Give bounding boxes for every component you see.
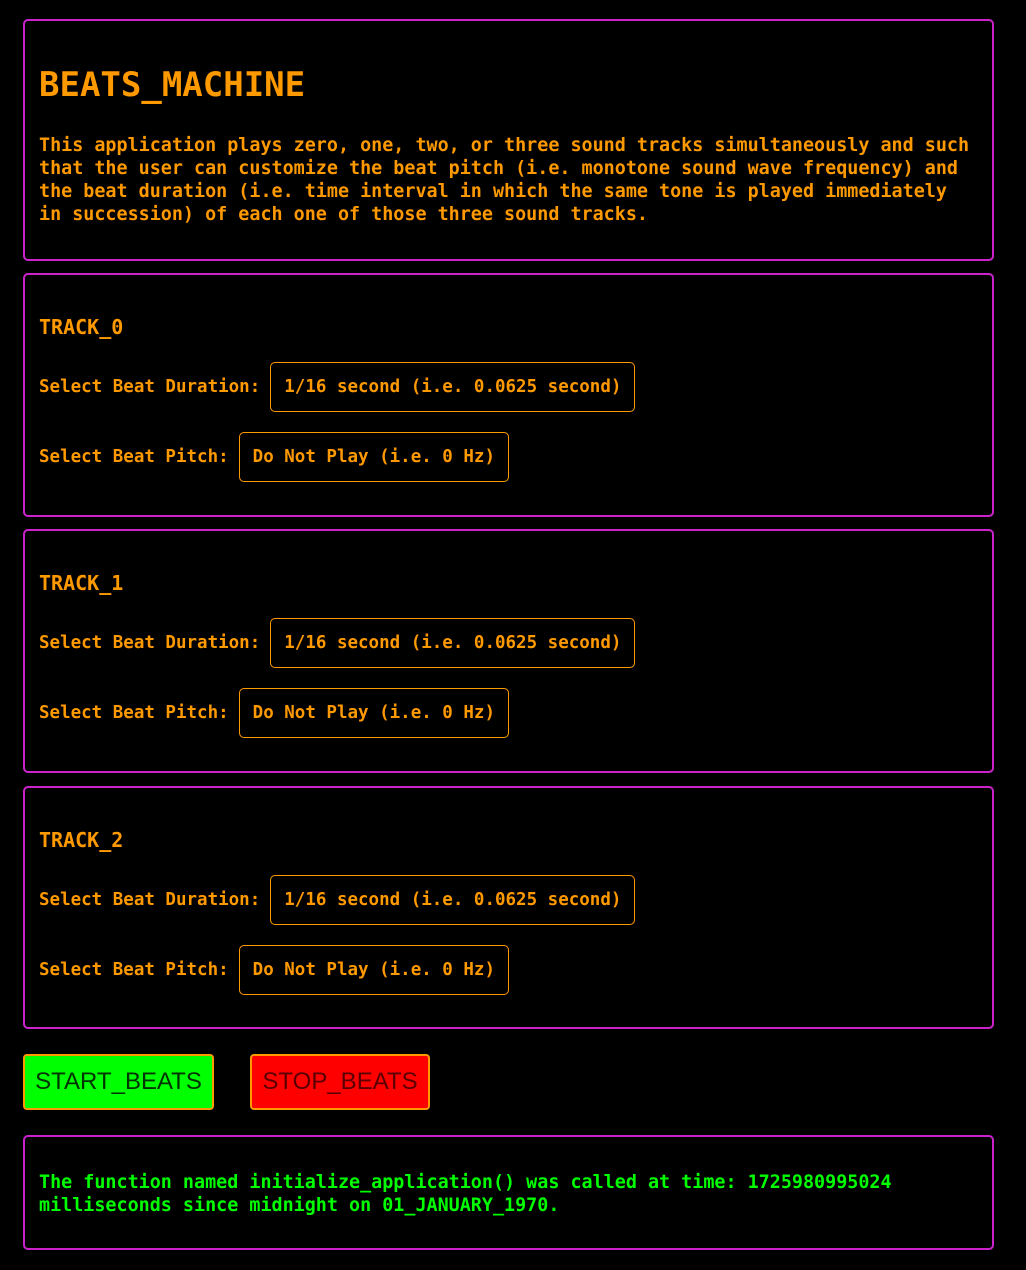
- track-1-pitch-label: Select Beat Pitch:: [39, 703, 229, 723]
- track-1-duration-select[interactable]: 1/16 second (i.e. 0.0625 second): [270, 618, 636, 668]
- track-1-duration-label: Select Beat Duration:: [39, 633, 261, 653]
- track-0-duration-row: Select Beat Duration: 1/16 second (i.e. …: [39, 362, 636, 412]
- track-2-duration-row: Select Beat Duration: 1/16 second (i.e. …: [39, 875, 636, 925]
- track-1-panel: TRACK_1 Select Beat Duration: 1/16 secon…: [23, 529, 994, 773]
- app-description: This application plays zero, one, two, o…: [39, 135, 981, 225]
- log-panel: The function named initialize_applicatio…: [23, 1135, 994, 1250]
- track-2-panel: TRACK_2 Select Beat Duration: 1/16 secon…: [23, 786, 994, 1029]
- track-0-pitch-row: Select Beat Pitch: Do Not Play (i.e. 0 H…: [39, 432, 509, 482]
- track-0-duration-label: Select Beat Duration:: [39, 377, 261, 397]
- start-beats-button[interactable]: START_BEATS: [23, 1054, 214, 1110]
- log-message: The function named initialize_applicatio…: [39, 1172, 903, 1216]
- track-0-panel: TRACK_0 Select Beat Duration: 1/16 secon…: [23, 273, 994, 517]
- track-0-pitch-label: Select Beat Pitch:: [39, 447, 229, 467]
- track-2-pitch-select[interactable]: Do Not Play (i.e. 0 Hz): [238, 945, 509, 995]
- track-1-title: TRACK_1: [39, 571, 124, 595]
- track-1-pitch-row: Select Beat Pitch: Do Not Play (i.e. 0 H…: [39, 688, 509, 738]
- stop-beats-button[interactable]: STOP_BEATS: [250, 1054, 430, 1110]
- page-title: BEATS_MACHINE: [39, 65, 306, 105]
- track-2-title: TRACK_2: [39, 828, 124, 852]
- track-2-duration-label: Select Beat Duration:: [39, 890, 261, 910]
- header-panel: BEATS_MACHINE This application plays zer…: [23, 19, 994, 261]
- track-1-pitch-select[interactable]: Do Not Play (i.e. 0 Hz): [238, 688, 509, 738]
- track-0-duration-select[interactable]: 1/16 second (i.e. 0.0625 second): [270, 362, 636, 412]
- track-0-pitch-select[interactable]: Do Not Play (i.e. 0 Hz): [238, 432, 509, 482]
- track-2-pitch-row: Select Beat Pitch: Do Not Play (i.e. 0 H…: [39, 945, 509, 995]
- track-0-title: TRACK_0: [39, 315, 124, 339]
- track-2-duration-select[interactable]: 1/16 second (i.e. 0.0625 second): [270, 875, 636, 925]
- track-1-duration-row: Select Beat Duration: 1/16 second (i.e. …: [39, 618, 636, 668]
- track-2-pitch-label: Select Beat Pitch:: [39, 960, 229, 980]
